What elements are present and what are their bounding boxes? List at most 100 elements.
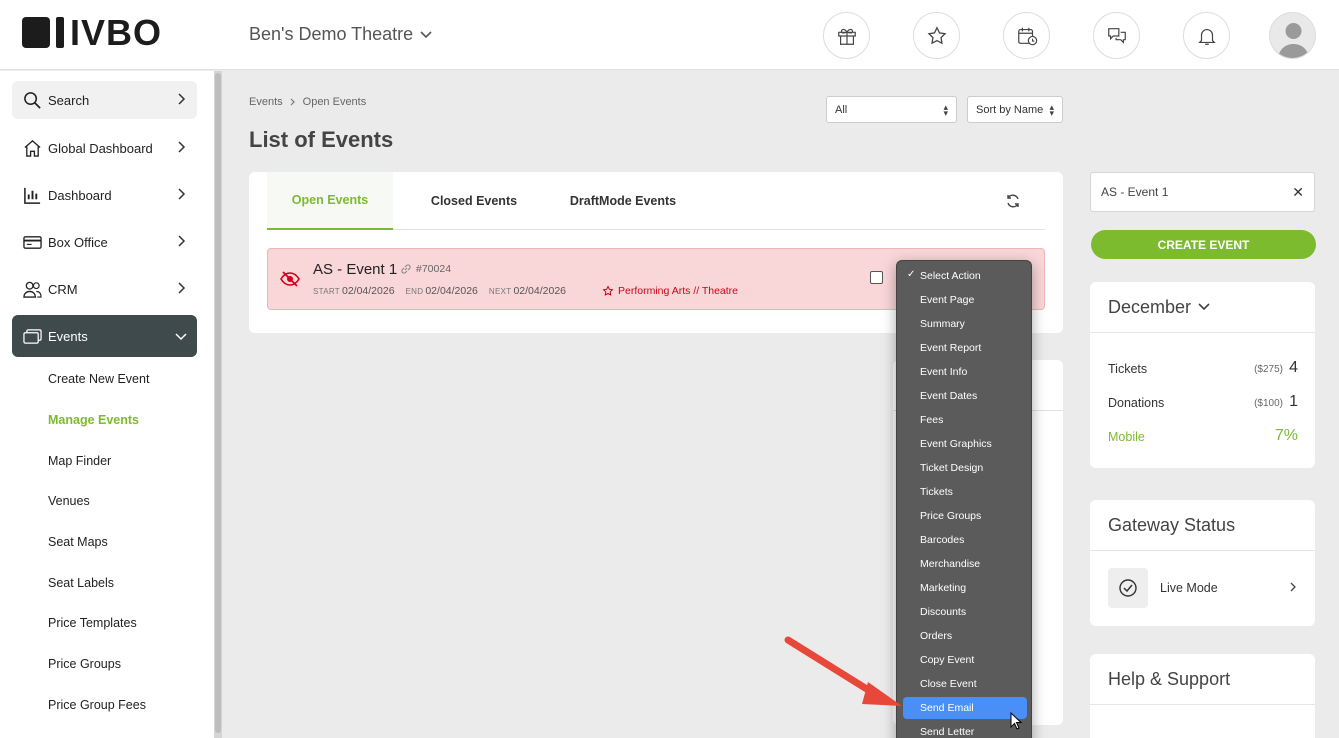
menu-item-event-report[interactable]: Event Report [903,337,1027,359]
sidebar-item-crm[interactable]: CRM [12,270,197,308]
chevron-down-icon [175,333,187,341]
event-start: START 02/04/2026 [313,285,395,297]
menu-item-barcodes[interactable]: Barcodes [903,529,1027,551]
top-bar: IVBO Ben's Demo Theatre [0,0,1339,70]
month-selector[interactable]: December [1090,282,1315,333]
gateway-card: Gateway Status Live Mode [1090,500,1315,626]
tab-draftmode-events[interactable]: DraftMode Events [563,172,683,230]
stat-count: 7% [1274,427,1298,444]
sort-select-value: Sort by Name [976,103,1044,116]
menu-item-send-email[interactable]: Send Email [903,697,1027,719]
menu-item-ticket-design[interactable]: Ticket Design [903,457,1027,479]
favorites-button[interactable] [913,12,960,59]
ivbo-logo[interactable]: IVBO [22,15,162,51]
sidebar-subitem-manage-events[interactable]: Manage Events [48,413,139,427]
menu-item-fees[interactable]: Fees [903,409,1027,431]
sidebar-scrollbar[interactable] [214,71,222,738]
tickets-icon [22,326,42,346]
menu-item-select-action[interactable]: ✓ Select Action [903,265,1027,287]
credit-card-icon [22,232,42,252]
chevron-right-icon [178,93,186,105]
sort-select[interactable]: Sort by Name ▴ ▾ [967,96,1063,123]
menu-item-close-event[interactable]: Close Event [903,673,1027,695]
sidebar-item-label: CRM [48,281,78,297]
stat-tickets: Tickets ($275) 4 [1108,359,1298,376]
event-category: Performing Arts // Theatre [602,285,738,297]
stat-mobile: Mobile 7% [1108,427,1298,444]
bar-chart-icon [22,185,42,205]
chat-bubbles-icon [1107,27,1126,44]
sidebar-item-label: Dashboard [48,187,112,203]
link-icon [401,264,411,274]
month-label: December [1108,296,1192,317]
filter-select[interactable]: All ▴ ▾ [826,96,957,123]
menu-item-event-dates[interactable]: Event Dates [903,385,1027,407]
chevron-right-icon [178,141,186,153]
menu-item-orders[interactable]: Orders [903,625,1027,647]
avatar[interactable] [1269,12,1316,59]
sidebar-subitem-price-group-fees[interactable]: Price Group Fees [48,698,146,712]
event-search-input[interactable]: AS - Event 1 ✕ [1090,172,1315,212]
sidebar-item-events[interactable]: Events [12,315,197,357]
menu-item-send-letter[interactable]: Send Letter [903,721,1027,738]
home-icon [22,138,42,158]
logo-block [22,17,50,48]
sidebar-subitem-map-finder[interactable]: Map Finder [48,454,111,468]
menu-item-event-page[interactable]: Event Page [903,289,1027,311]
menu-item-event-graphics[interactable]: Event Graphics [903,433,1027,455]
updown-arrows-icon: ▴ ▾ [943,101,948,118]
event-id-link[interactable]: #70024 [400,263,451,275]
chevron-right-icon [178,235,186,247]
sidebar-subitem-venues[interactable]: Venues [48,494,90,508]
breadcrumb-open-events[interactable]: Open Events [303,96,367,108]
sidebar-subitem-seat-maps[interactable]: Seat Maps [48,535,108,549]
action-dropdown-menu[interactable]: ✓ Select Action Event Page Summary Event … [896,260,1032,738]
refresh-icon[interactable] [1005,193,1021,209]
tab-open-events[interactable]: Open Events [267,172,393,230]
gateway-status-row[interactable]: Live Mode [1108,568,1298,608]
menu-item-marketing[interactable]: Marketing [903,577,1027,599]
tab-closed-events[interactable]: Closed Events [417,172,531,230]
menu-item-event-info[interactable]: Event Info [903,361,1027,383]
messages-button[interactable] [1093,12,1140,59]
event-search-value: AS - Event 1 [1101,185,1169,199]
sidebar-item-global-dashboard[interactable]: Global Dashboard [12,129,197,167]
chevron-right-icon [178,282,186,294]
menu-item-copy-event[interactable]: Copy Event [903,649,1027,671]
calendar-button[interactable] [1003,12,1050,59]
venue-selector[interactable]: Ben's Demo Theatre [249,24,433,45]
menu-item-tickets[interactable]: Tickets [903,481,1027,503]
search-icon [22,90,42,110]
sidebar-item-label: Global Dashboard [48,140,153,156]
sidebar-item-box-office[interactable]: Box Office [12,223,197,261]
notifications-button[interactable] [1183,12,1230,59]
chevron-right-icon [290,98,295,106]
sidebar-item-search[interactable]: Search [12,81,197,119]
mouse-pointer-icon [1010,712,1023,730]
event-select-checkbox[interactable] [870,271,883,284]
event-name[interactable]: AS - Event 1 [313,261,397,278]
scrollbar-thumb[interactable] [215,73,221,733]
check-circle-icon [1108,568,1148,608]
event-dates: START 02/04/2026 END 02/04/2026 NEXT 02/04/… [313,285,566,297]
menu-item-summary[interactable]: Summary [903,313,1027,335]
sidebar-subitem-price-groups[interactable]: Price Groups [48,657,121,671]
sidebar-item-label: Search [48,92,90,108]
menu-item-price-groups[interactable]: Price Groups [903,505,1027,527]
event-category-text: Performing Arts // Theatre [618,285,739,297]
sidebar-subitem-create-new-event[interactable]: Create New Event [48,372,149,386]
stats-card: December Tickets ($275) 4 Donations ($10… [1090,282,1315,468]
sidebar-item-dashboard[interactable]: Dashboard [12,176,197,214]
menu-item-discounts[interactable]: Discounts [903,601,1027,623]
sidebar-subitem-price-templates[interactable]: Price Templates [48,616,137,630]
breadcrumb-events[interactable]: Events [249,96,283,108]
stat-amount: ($275) [1254,364,1283,375]
menu-item-merchandise[interactable]: Merchandise [903,553,1027,575]
gift-box-button[interactable] [823,12,870,59]
create-event-button[interactable]: CREATE EVENT [1091,230,1316,259]
sidebar-subitem-seat-labels[interactable]: Seat Labels [48,576,114,590]
updown-arrows-icon: ▴ ▾ [1049,101,1054,118]
sidebar: Search Global Dashboard Dashboard Box Of… [0,71,214,738]
stat-donations: Donations ($100) 1 [1108,393,1298,410]
clear-icon[interactable]: ✕ [1292,184,1304,201]
